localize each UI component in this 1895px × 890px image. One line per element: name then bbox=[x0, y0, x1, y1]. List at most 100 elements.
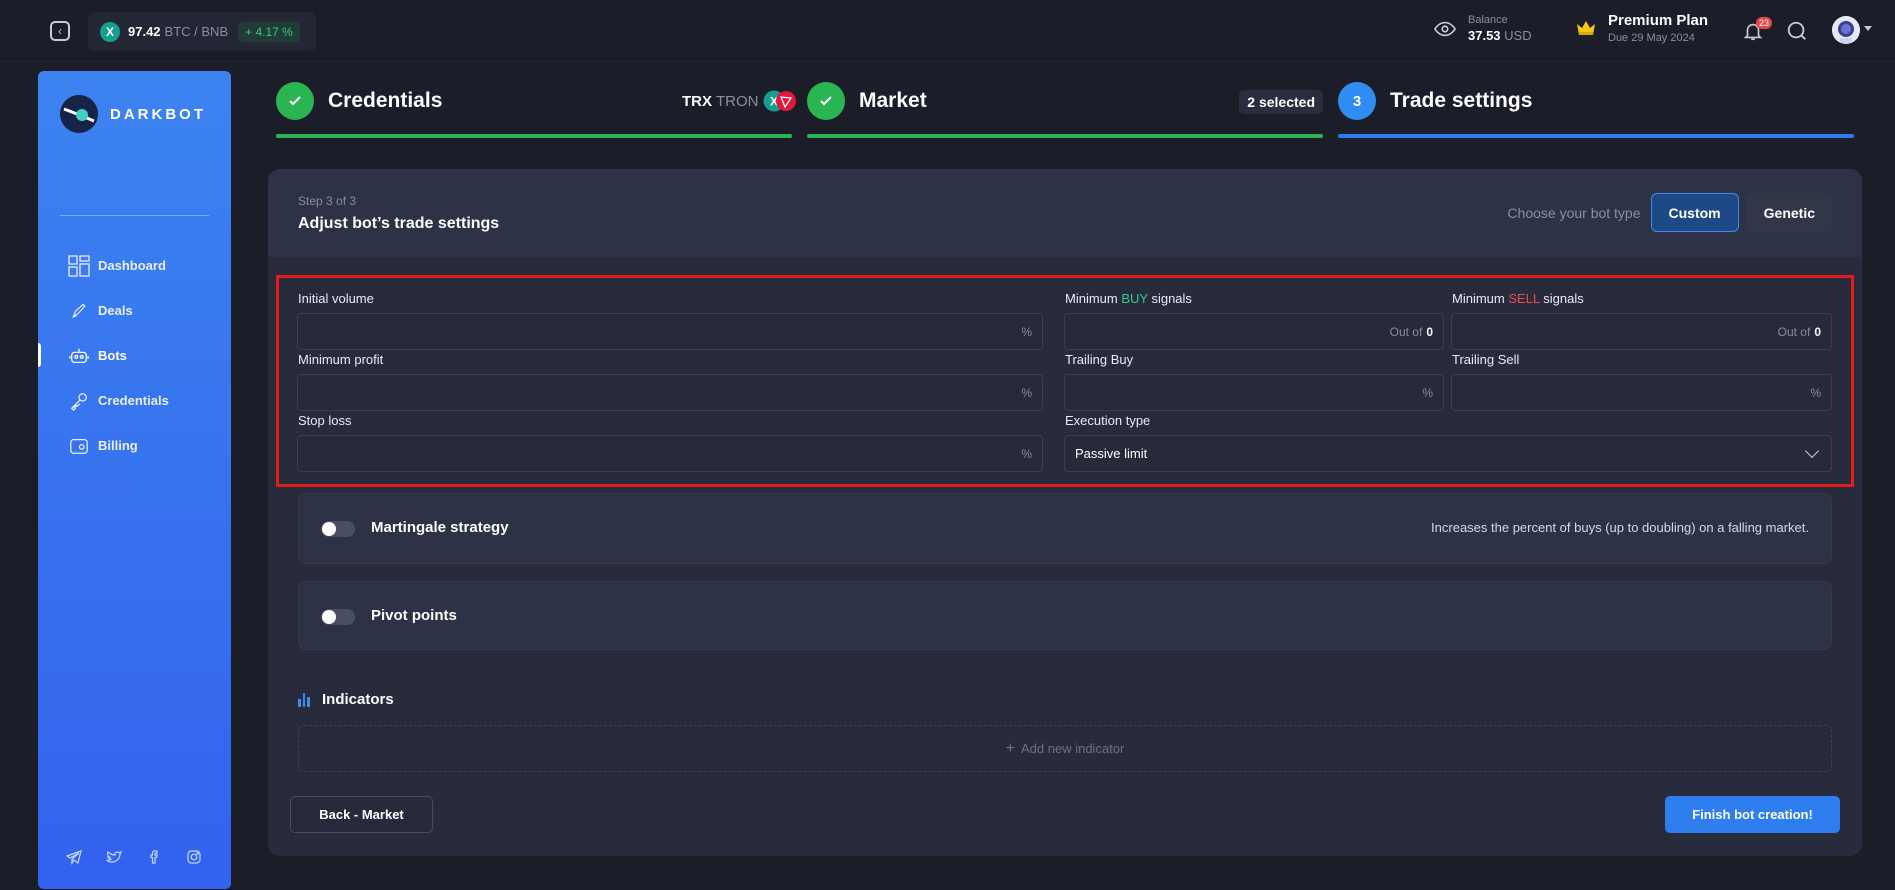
telegram-icon[interactable] bbox=[66, 849, 82, 865]
sidebar-item-billing[interactable]: Billing bbox=[38, 423, 231, 468]
notifications-button[interactable]: 23 bbox=[1742, 17, 1772, 42]
xrp-coin-icon: X bbox=[763, 90, 797, 112]
sidebar-item-label: Billing bbox=[98, 438, 138, 453]
balance-label: Balance bbox=[1468, 14, 1508, 26]
bot-type-label: Choose your bot type bbox=[1507, 204, 1641, 221]
sidebar-divider bbox=[60, 215, 209, 216]
coin-icon: X bbox=[100, 21, 120, 42]
trailing-buy-label: Trailing Buy bbox=[1065, 352, 1134, 367]
bot-type-selector: Choose your bot type Custom Genetic bbox=[1507, 193, 1832, 232]
plan-name: Premium Plan bbox=[1608, 12, 1709, 29]
check-icon bbox=[276, 82, 314, 120]
collapse-sidebar-button[interactable]: ‹ bbox=[50, 21, 70, 41]
step-credentials[interactable]: Credentials TRX TRON X bbox=[276, 82, 796, 140]
sidebar-item-credentials[interactable]: Credentials bbox=[38, 378, 231, 423]
darkbot-logo-icon bbox=[60, 95, 98, 133]
step-progress-bar bbox=[276, 134, 792, 138]
ticker-pair: BTC / BNB bbox=[164, 24, 229, 39]
bot-type-custom-button[interactable]: Custom bbox=[1650, 193, 1739, 232]
search-button[interactable] bbox=[1786, 20, 1808, 42]
key-icon bbox=[68, 390, 90, 412]
robot-icon bbox=[68, 345, 90, 367]
sidebar-item-label: Deals bbox=[98, 303, 133, 318]
sidebar: DARKBOT Dashboard Deals Bots Credentials… bbox=[38, 71, 231, 889]
logo[interactable]: DARKBOT bbox=[60, 95, 206, 133]
twitter-icon[interactable] bbox=[106, 849, 122, 865]
card-header: Step 3 of 3 Adjust bot’s trade settings … bbox=[268, 169, 1862, 257]
wallet-icon bbox=[68, 435, 90, 457]
facebook-icon[interactable] bbox=[146, 849, 162, 865]
instagram-icon[interactable] bbox=[186, 849, 202, 865]
stop-loss-label: Stop loss bbox=[298, 413, 352, 428]
plan-due: Due 29 May 2024 bbox=[1608, 32, 1695, 44]
chevron-down-icon[interactable] bbox=[1864, 26, 1872, 31]
step-counter: Step 3 of 3 bbox=[298, 194, 357, 208]
min-buy-signals-input[interactable]: Out of 0 bbox=[1064, 313, 1444, 350]
balance-widget: Balance 37.53 USD bbox=[1434, 14, 1532, 43]
card-title: Adjust bot’s trade settings bbox=[298, 215, 500, 232]
finish-button[interactable]: Finish bot creation! bbox=[1665, 796, 1840, 833]
bot-type-genetic-button[interactable]: Genetic bbox=[1746, 193, 1832, 232]
martingale-panel: Martingale strategy Increases the percen… bbox=[298, 493, 1832, 564]
execution-type-label: Execution type bbox=[1065, 413, 1151, 428]
ticker-change-badge: + 4.17 % bbox=[238, 21, 300, 42]
add-indicator-button[interactable]: + Add new indicator bbox=[298, 725, 1832, 772]
plus-icon: + bbox=[1005, 739, 1015, 757]
stop-loss-input[interactable]: % bbox=[297, 435, 1043, 472]
sidebar-item-label: Credentials bbox=[98, 393, 169, 408]
step-market[interactable]: Market 2 selected bbox=[807, 82, 1323, 140]
trade-settings-card: Step 3 of 3 Adjust bot’s trade settings … bbox=[268, 169, 1862, 856]
logo-text: DARKBOT bbox=[110, 105, 206, 123]
initial-volume-input[interactable]: % bbox=[297, 313, 1043, 350]
plan-widget[interactable]: Premium Plan Due 29 May 2024 bbox=[1576, 12, 1708, 44]
min-profit-label: Minimum profit bbox=[298, 352, 384, 367]
pivot-points-toggle[interactable] bbox=[321, 609, 355, 625]
initial-volume-label: Initial volume bbox=[298, 291, 374, 306]
crown-icon bbox=[1577, 21, 1595, 35]
balance-amount: 37.53 USD bbox=[1468, 28, 1532, 43]
notification-count-badge: 23 bbox=[1755, 17, 1772, 29]
add-indicator-label: Add new indicator bbox=[1021, 741, 1125, 756]
step-title: Trade settings bbox=[1390, 89, 1533, 112]
sidebar-item-bots[interactable]: Bots bbox=[38, 333, 231, 378]
pivot-points-title: Pivot points bbox=[371, 607, 457, 624]
min-sell-signals-label: Minimum SELL signals bbox=[1452, 291, 1584, 306]
dashboard-icon bbox=[68, 254, 90, 277]
execution-type-select[interactable]: Passive limit bbox=[1064, 435, 1832, 472]
min-profit-input[interactable]: % bbox=[297, 374, 1043, 411]
bar-chart-icon bbox=[298, 692, 312, 707]
trailing-buy-input[interactable]: % bbox=[1064, 374, 1444, 411]
avatar[interactable] bbox=[1832, 16, 1860, 44]
sidebar-item-label: Dashboard bbox=[98, 258, 166, 273]
sidebar-nav: Dashboard Deals Bots Credentials Billing bbox=[38, 243, 231, 468]
ticker-price: 97.42 bbox=[128, 24, 161, 39]
martingale-description: Increases the percent of buys (up to dou… bbox=[1431, 520, 1809, 535]
social-links bbox=[66, 849, 202, 865]
sidebar-item-deals[interactable]: Deals bbox=[38, 288, 231, 333]
search-icon bbox=[1787, 21, 1806, 40]
chevron-left-icon: ‹ bbox=[58, 24, 62, 38]
sidebar-item-dashboard[interactable]: Dashboard bbox=[38, 243, 231, 288]
martingale-title: Martingale strategy bbox=[371, 519, 509, 536]
step-title: Credentials bbox=[328, 89, 443, 112]
percent-suffix: % bbox=[1021, 324, 1032, 339]
trailing-sell-input[interactable]: % bbox=[1451, 374, 1832, 411]
selected-credential: TRX TRON X bbox=[682, 90, 797, 112]
step-progress-bar bbox=[807, 134, 1323, 138]
top-bar: ‹ X 97.42 BTC / BNB + 4.17 % Balance 37.… bbox=[0, 0, 1895, 62]
back-button[interactable]: Back - Market bbox=[290, 796, 433, 833]
min-sell-signals-input[interactable]: Out of 0 bbox=[1451, 313, 1832, 350]
price-ticker[interactable]: X 97.42 BTC / BNB + 4.17 % bbox=[88, 12, 316, 51]
eye-icon[interactable] bbox=[1434, 18, 1456, 40]
execution-type-value: Passive limit bbox=[1075, 446, 1148, 461]
step-progress-bar bbox=[1338, 134, 1854, 138]
chevron-down-icon bbox=[1804, 443, 1820, 459]
rocket-icon bbox=[68, 300, 90, 322]
check-icon bbox=[807, 82, 845, 120]
step-title: Market bbox=[859, 89, 927, 112]
step-number: 3 bbox=[1338, 82, 1376, 120]
astronaut-icon bbox=[1832, 16, 1860, 44]
markets-selected-tag: 2 selected bbox=[1239, 90, 1323, 114]
martingale-toggle[interactable] bbox=[321, 521, 355, 537]
step-trade-settings[interactable]: 3 Trade settings bbox=[1338, 82, 1854, 140]
